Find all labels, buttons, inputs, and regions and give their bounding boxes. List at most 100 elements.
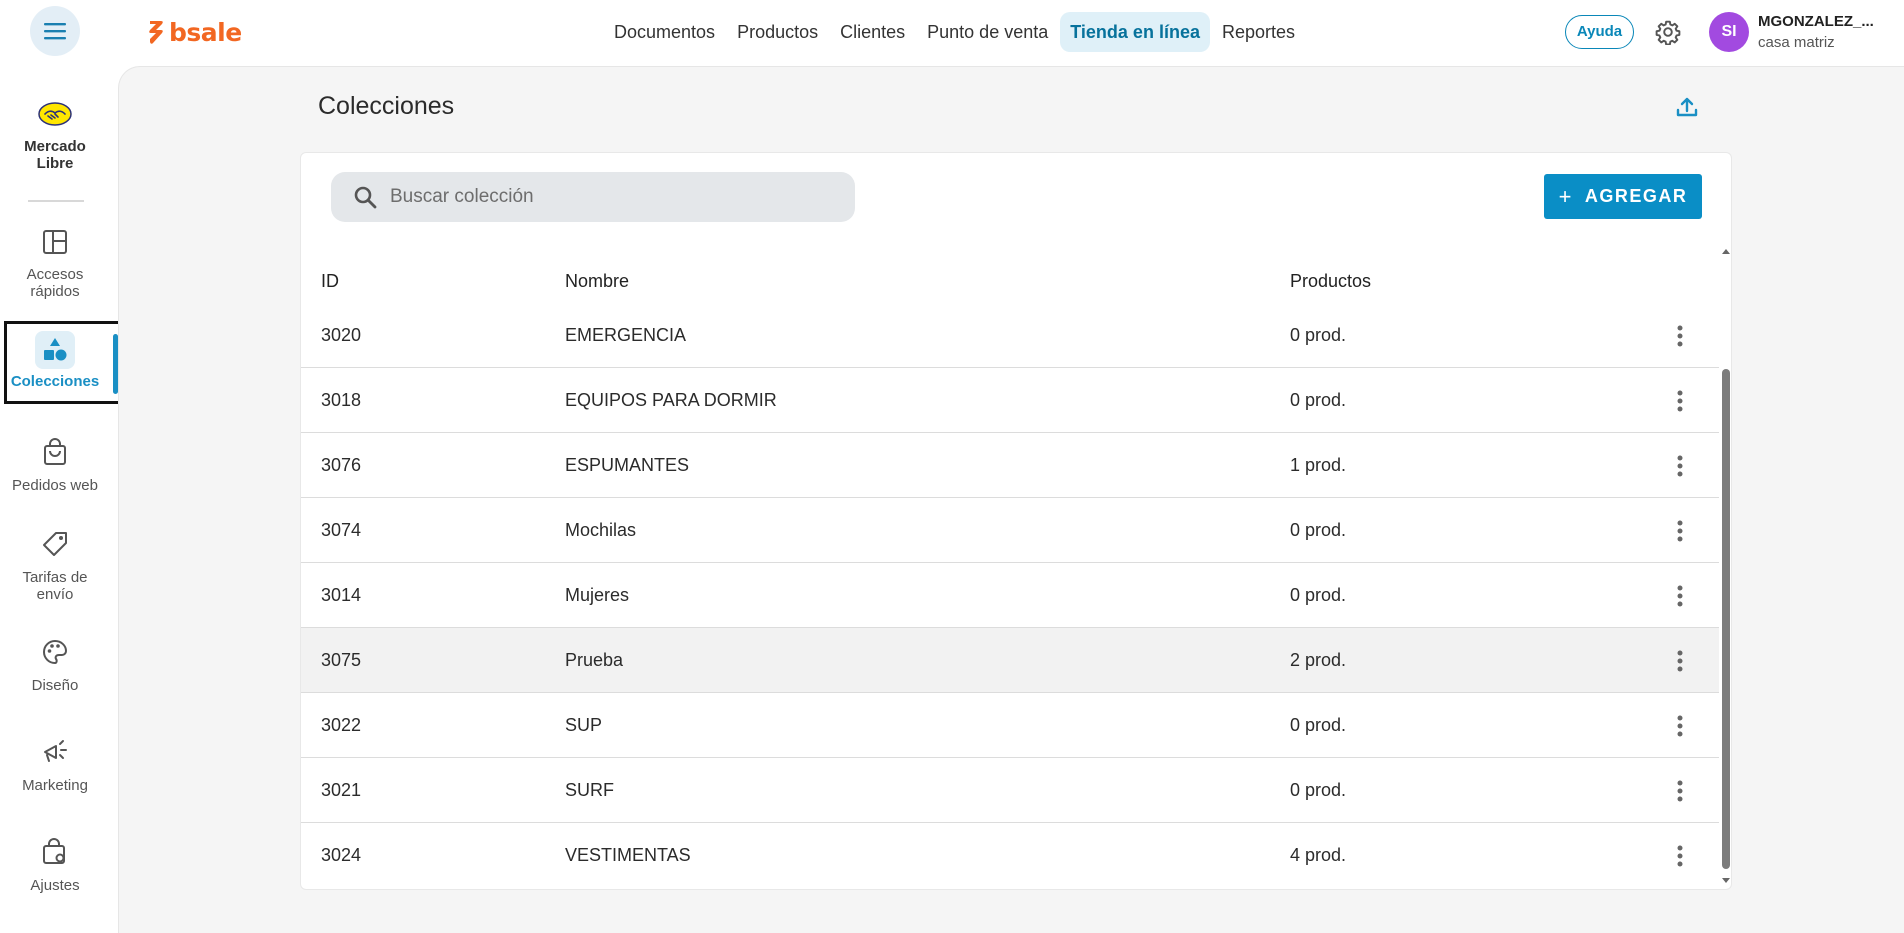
sidebar-label: Diseño	[31, 677, 79, 694]
column-header-id[interactable]: ID	[321, 261, 339, 301]
more-vertical-icon	[1677, 455, 1683, 477]
row-menu-button[interactable]	[1663, 709, 1697, 743]
menu-icon	[44, 23, 66, 40]
sidebar-label: rápidos	[30, 283, 80, 300]
sidebar-item-pedidos-web[interactable]: Pedidos web	[0, 434, 110, 494]
column-header-productos[interactable]: Productos	[1290, 261, 1371, 301]
cell-name: SUP	[565, 715, 603, 735]
settings-button[interactable]	[1652, 16, 1684, 48]
sidebar-label: Libre	[36, 155, 74, 172]
table-row[interactable]: 3024 VESTIMENTAS 4 prod.	[301, 823, 1719, 888]
cell-name: VESTIMENTAS	[565, 845, 691, 865]
handshake-icon	[37, 96, 73, 132]
search-input[interactable]	[390, 186, 830, 208]
user-name[interactable]: MGONZALEZ_...	[1758, 13, 1874, 30]
scroll-up-arrow-icon[interactable]	[1719, 245, 1732, 259]
sidebar-label: Marketing	[22, 777, 88, 794]
main-nav: Documentos Productos Clientes Punto de v…	[604, 12, 1305, 52]
cell-id: 3074	[321, 520, 362, 540]
user-avatar[interactable]: SI	[1709, 12, 1749, 52]
cell-products: 0 prod.	[1290, 585, 1347, 605]
plus-icon: +	[1558, 183, 1573, 209]
row-menu-button[interactable]	[1663, 644, 1697, 678]
search-box[interactable]	[331, 172, 855, 222]
nav-reportes[interactable]: Reportes	[1212, 12, 1305, 52]
export-button[interactable]	[1672, 92, 1702, 122]
table-row[interactable]: 3020 EMERGENCIA 0 prod.	[301, 303, 1719, 368]
sidebar-item-mercado-libre[interactable]: Mercado Libre	[0, 96, 110, 172]
add-button-label: AGREGAR	[1584, 186, 1688, 206]
cell-name: ESPUMANTES	[565, 455, 690, 475]
row-menu-button[interactable]	[1663, 514, 1697, 548]
row-menu-button[interactable]	[1663, 774, 1697, 808]
table-row[interactable]: 3074 Mochilas 0 prod.	[301, 498, 1719, 563]
table-body: 3020 EMERGENCIA 0 prod. 3018 EQUIPOS PAR…	[301, 303, 1719, 888]
sidebar-label: Colecciones	[10, 373, 100, 390]
sidebar-label: Pedidos web	[12, 477, 98, 494]
sidebar-item-marketing[interactable]: Marketing	[0, 734, 110, 794]
sidebar-item-accesos-rapidos[interactable]: Accesos rápidos	[0, 224, 110, 300]
help-button[interactable]: Ayuda	[1565, 15, 1634, 49]
sidebar-label: Accesos	[26, 266, 84, 283]
nav-punto-de-venta[interactable]: Punto de venta	[917, 12, 1058, 52]
sidebar-label: envío	[36, 586, 74, 603]
settings-bag-icon	[37, 834, 73, 870]
row-menu-button[interactable]	[1663, 839, 1697, 873]
scroll-down-arrow-icon[interactable]	[1719, 873, 1732, 887]
sidebar-label: Tarifas de	[22, 569, 88, 586]
more-vertical-icon	[1677, 325, 1683, 347]
sidebar-label: Ajustes	[30, 877, 80, 894]
page-title: Colecciones	[318, 92, 455, 120]
cell-name: Mochilas	[565, 520, 637, 540]
cell-products: 0 prod.	[1290, 390, 1347, 410]
sidebar-item-colecciones[interactable]: Colecciones	[0, 331, 110, 390]
table-header: ID Nombre Productos	[301, 261, 1719, 301]
cell-products: 2 prod.	[1290, 650, 1347, 670]
row-menu-button[interactable]	[1663, 319, 1697, 353]
scrollbar-thumb[interactable]	[1722, 369, 1730, 869]
table-row[interactable]: 3014 Mujeres 0 prod.	[301, 563, 1719, 628]
nav-documentos[interactable]: Documentos	[604, 12, 725, 52]
more-vertical-icon	[1677, 390, 1683, 412]
table-row[interactable]: 3076 ESPUMANTES 1 prod.	[301, 433, 1719, 498]
shopping-bag-icon	[37, 434, 73, 470]
nav-tienda-en-linea[interactable]: Tienda en línea	[1060, 12, 1210, 52]
cell-id: 3020	[321, 325, 362, 345]
more-vertical-icon	[1677, 650, 1683, 672]
table-row[interactable]: 3022 SUP 0 prod.	[301, 693, 1719, 758]
sidebar-item-tarifas-de-envio[interactable]: Tarifas de envío	[0, 526, 110, 603]
cell-name: Prueba	[565, 650, 624, 670]
more-vertical-icon	[1677, 585, 1683, 607]
megaphone-icon	[37, 734, 73, 770]
hamburger-menu-button[interactable]	[30, 6, 80, 56]
sidebar-label: Mercado	[24, 138, 86, 155]
add-collection-button[interactable]: + AGREGAR	[1544, 174, 1702, 219]
cell-products: 0 prod.	[1290, 780, 1347, 800]
cell-products: 4 prod.	[1290, 845, 1347, 865]
sidebar: Mercado Libre Accesos rápidos Coleccione…	[0, 66, 125, 933]
nav-clientes[interactable]: Clientes	[830, 12, 915, 52]
cell-id: 3022	[321, 715, 362, 735]
sidebar-item-diseno[interactable]: Diseño	[0, 634, 110, 694]
collections-card: + AGREGAR ID Nombre Productos 3020 EMERG…	[300, 152, 1732, 890]
cell-products: 1 prod.	[1290, 455, 1347, 475]
table-row[interactable]: 3018 EQUIPOS PARA DORMIR 0 prod.	[301, 368, 1719, 433]
table-row[interactable]: 3021 SURF 0 prod.	[301, 758, 1719, 823]
column-header-nombre[interactable]: Nombre	[565, 261, 629, 301]
cell-name: Mujeres	[565, 585, 630, 605]
upload-icon	[1676, 97, 1698, 117]
table-row[interactable]: 3075 Prueba 2 prod.	[301, 628, 1719, 693]
row-menu-button[interactable]	[1663, 449, 1697, 483]
more-vertical-icon	[1677, 845, 1683, 867]
nav-productos[interactable]: Productos	[727, 12, 828, 52]
bsale-logo[interactable]: bsale	[147, 16, 242, 48]
user-branch: casa matriz	[1758, 34, 1835, 51]
cell-products: 0 prod.	[1290, 520, 1347, 540]
cell-name: EQUIPOS PARA DORMIR	[565, 390, 777, 410]
row-menu-button[interactable]	[1663, 579, 1697, 613]
sidebar-item-ajustes[interactable]: Ajustes	[0, 834, 110, 894]
row-menu-button[interactable]	[1663, 384, 1697, 418]
cell-products: 0 prod.	[1290, 715, 1347, 735]
bsale-logo-icon	[149, 21, 163, 44]
layout-icon	[37, 224, 73, 260]
